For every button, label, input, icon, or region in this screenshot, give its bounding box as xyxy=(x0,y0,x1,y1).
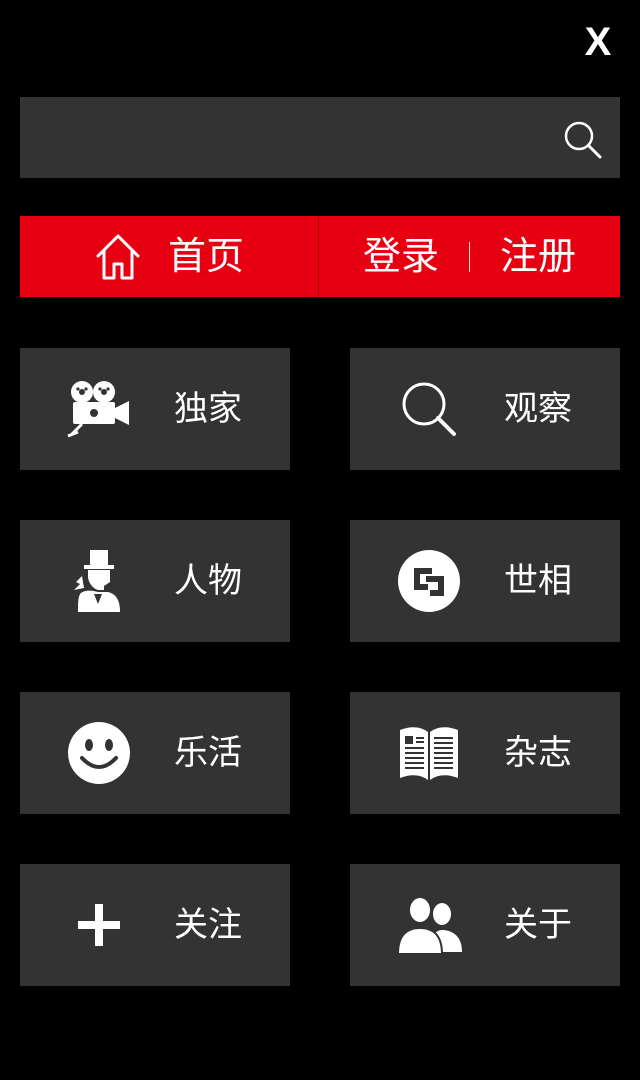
tile-label: 关于 xyxy=(504,905,572,945)
home-label: 首页 xyxy=(167,234,244,278)
tile-label: 乐活 xyxy=(174,733,242,773)
tile-observe[interactable]: 观察 xyxy=(350,348,620,470)
smiley-icon xyxy=(64,720,134,786)
main-nav-bar: 首页 登录 注册 xyxy=(20,216,620,297)
tile-label: 杂志 xyxy=(504,733,572,773)
tile-exclusive[interactable]: 独家 xyxy=(20,348,290,470)
movie-camera-icon xyxy=(64,376,134,442)
tile-label: 关注 xyxy=(174,905,242,945)
home-icon xyxy=(96,234,140,279)
tile-follow[interactable]: 关注 xyxy=(20,864,290,986)
auth-group: 登录 注册 xyxy=(319,216,620,297)
tile-label: 独家 xyxy=(174,389,242,429)
tile-people[interactable]: 人物 xyxy=(20,520,290,642)
close-label: X xyxy=(584,20,612,64)
search-icon[interactable] xyxy=(562,119,604,161)
tile-label: 世相 xyxy=(504,561,572,601)
plus-icon xyxy=(64,892,134,958)
tile-lifestyle[interactable]: 乐活 xyxy=(20,692,290,814)
tile-magazine[interactable]: 杂志 xyxy=(350,692,620,814)
close-button[interactable]: X xyxy=(576,20,620,64)
tile-about[interactable]: 关于 xyxy=(350,864,620,986)
search-input[interactable] xyxy=(36,97,560,180)
search-bar xyxy=(20,97,620,180)
users-icon xyxy=(394,892,464,958)
home-button[interactable]: 首页 xyxy=(20,216,318,297)
tile-world[interactable]: 世相 xyxy=(350,520,620,642)
square-logo-icon xyxy=(394,548,464,614)
tile-label: 观察 xyxy=(504,389,572,429)
magnifier-icon xyxy=(394,376,464,442)
login-link[interactable]: 登录 xyxy=(363,216,439,297)
tile-label: 人物 xyxy=(174,561,242,601)
register-link[interactable]: 注册 xyxy=(500,216,576,297)
auth-separator xyxy=(469,241,470,272)
gentleman-icon xyxy=(64,548,134,614)
open-book-icon xyxy=(394,720,464,786)
